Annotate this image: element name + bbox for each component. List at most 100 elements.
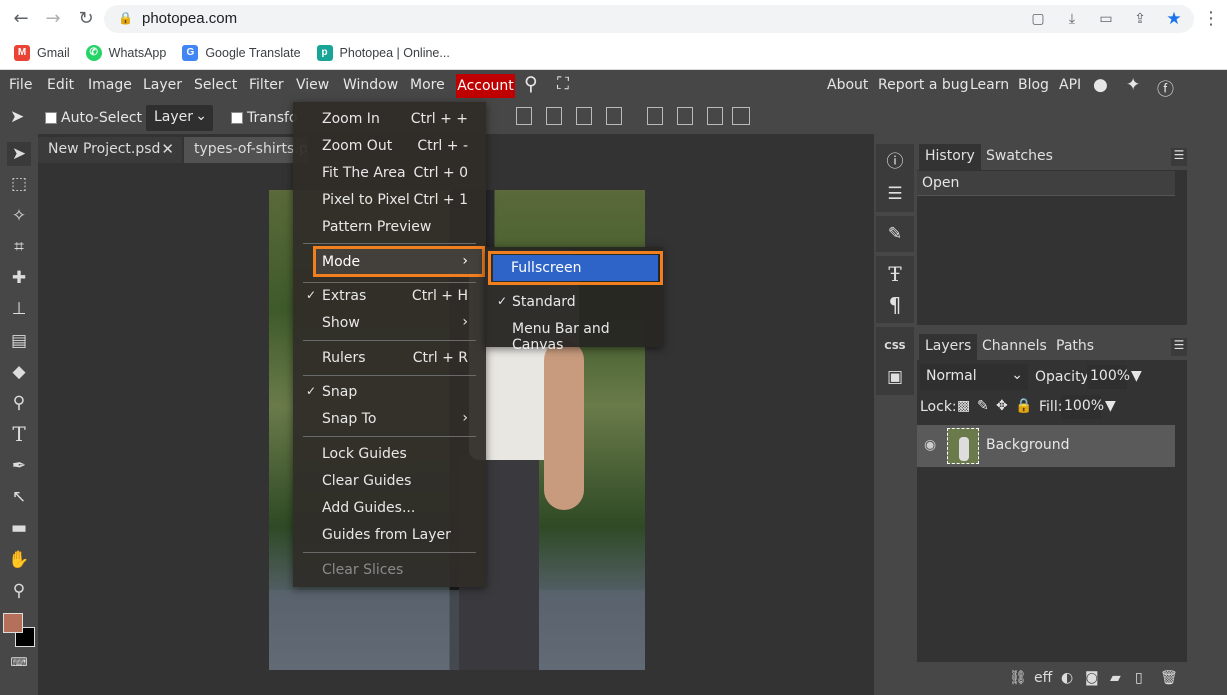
reddit-icon[interactable]: ● — [1093, 75, 1108, 95]
brush-settings-icon[interactable]: ✎ — [884, 223, 906, 245]
address-bar[interactable]: 🔒 photopea.com ▢ ⤓ ▭ ⇪ ★ — [104, 5, 1194, 33]
marquee-tool-icon[interactable]: ⬚ — [7, 172, 31, 196]
layer-select-dropdown[interactable]: Layer ⌄ — [146, 105, 213, 131]
pen-tool-icon[interactable]: ✒ — [7, 454, 31, 478]
menu-snap-to[interactable]: Snap To › — [293, 406, 486, 433]
lock-brush-icon[interactable]: ✎ — [977, 398, 989, 414]
tab-layers[interactable]: Layers — [919, 334, 978, 360]
menu-window[interactable]: Window — [343, 77, 398, 97]
image-icon[interactable]: ▣ — [884, 366, 906, 388]
menu-about[interactable]: About — [827, 77, 868, 93]
align-bottom-icon[interactable] — [707, 107, 723, 125]
adjustments-icon[interactable]: ☰ — [884, 183, 906, 205]
clone-stamp-icon[interactable]: ⊥ — [7, 297, 31, 321]
eye-icon[interactable]: ◉ — [924, 437, 936, 453]
healing-brush-icon[interactable]: ✚ — [7, 266, 31, 290]
reload-icon[interactable]: ↻ — [75, 8, 97, 30]
type-tool-icon[interactable]: T — [7, 422, 31, 446]
submenu-menubar-canvas[interactable]: Menu Bar and Canvas — [485, 316, 663, 353]
tab-new-project[interactable]: New Project.psd ✕ — [38, 137, 182, 163]
document-icon[interactable]: ▭ — [1096, 9, 1116, 29]
path-select-icon[interactable]: ↖ — [7, 485, 31, 509]
align-center-icon[interactable] — [546, 107, 562, 125]
opacity-input[interactable]: 100% — [1087, 365, 1130, 389]
shape-tool-icon[interactable]: ▬ — [7, 516, 31, 540]
dodge-tool-icon[interactable]: ⚲ — [7, 391, 31, 415]
link-icon[interactable]: ⛓ — [1009, 670, 1027, 686]
install-icon[interactable]: ⤓ — [1062, 9, 1082, 29]
menu-blog[interactable]: Blog — [1018, 77, 1049, 93]
blur-tool-icon[interactable]: ◆ — [7, 360, 31, 384]
blend-mode-select[interactable]: Normal ⌄ — [920, 364, 1028, 390]
search-icon[interactable]: ⚲ — [524, 73, 538, 95]
menu-file[interactable]: File — [9, 77, 32, 97]
submenu-standard[interactable]: ✓ Standard — [485, 289, 663, 316]
transform-checkbox[interactable] — [231, 112, 243, 124]
align-right-icon[interactable] — [576, 107, 592, 125]
adjustment-layer-icon[interactable]: ◐ — [1061, 670, 1073, 686]
auto-select-checkbox[interactable] — [45, 112, 57, 124]
move-tool-icon[interactable]: ➤ — [7, 142, 31, 166]
menu-layer[interactable]: Layer — [143, 77, 182, 97]
align-middle-icon[interactable] — [677, 107, 693, 125]
lock-all-icon[interactable]: 🔒 — [1015, 398, 1032, 414]
menu-fit-area[interactable]: Fit The Area Ctrl + 0 — [293, 160, 486, 187]
hand-tool-icon[interactable]: ✋ — [7, 548, 31, 572]
twitter-icon[interactable]: ✦ — [1126, 75, 1140, 95]
crop-tool-icon[interactable]: ⌗ — [7, 235, 31, 259]
menu-rulers[interactable]: Rulers Ctrl + R — [293, 345, 486, 372]
tab-types-of-shirts[interactable]: types-of-shirts.ps — [184, 137, 308, 163]
fill-input[interactable]: 100% — [1061, 395, 1104, 419]
facebook-icon[interactable]: ⓕ — [1157, 75, 1174, 100]
distribute-horizontal-icon[interactable] — [732, 107, 750, 125]
bookmark-google-translate[interactable]: G Google Translate — [182, 45, 301, 61]
bookmark-whatsapp[interactable]: ✆ WhatsApp — [85, 45, 166, 61]
gradient-tool-icon[interactable]: ▤ — [7, 329, 31, 353]
align-top-icon[interactable] — [647, 107, 663, 125]
history-entry[interactable]: Open — [917, 171, 1175, 196]
new-layer-icon[interactable]: ▯ — [1135, 670, 1143, 686]
menu-clear-guides[interactable]: Clear Guides — [293, 468, 486, 495]
menu-add-guides[interactable]: Add Guides... — [293, 495, 486, 522]
menu-pixel-to-pixel[interactable]: Pixel to Pixel Ctrl + 1 — [293, 187, 486, 214]
layer-row-background[interactable]: ◉ Background — [917, 425, 1175, 467]
forward-arrow-icon[interactable]: → — [42, 8, 64, 30]
distribute-icon[interactable] — [606, 107, 622, 125]
opacity-dropdown-icon[interactable]: ▼ — [1131, 368, 1142, 384]
tab-history[interactable]: History — [919, 144, 981, 170]
magic-wand-icon[interactable]: ✧ — [7, 204, 31, 228]
menu-image[interactable]: Image — [88, 77, 132, 97]
menu-api[interactable]: API — [1059, 77, 1081, 93]
menu-report-bug[interactable]: Report a bug — [878, 77, 969, 93]
tab-swatches[interactable]: Swatches — [980, 148, 1059, 164]
lock-move-icon[interactable]: ✥ — [996, 398, 1008, 414]
panel-menu-icon[interactable]: ☰ — [1171, 148, 1187, 166]
paragraph-icon[interactable]: ¶ — [884, 294, 906, 316]
menu-select[interactable]: Select — [194, 77, 237, 97]
menu-learn[interactable]: Learn — [970, 77, 1009, 93]
menu-account[interactable]: Account — [456, 74, 515, 98]
character-icon[interactable]: Ŧ — [884, 263, 906, 285]
menu-lock-guides[interactable]: Lock Guides — [293, 441, 486, 468]
browser-menu-icon[interactable]: ⋮ — [1200, 8, 1222, 30]
menu-filter[interactable]: Filter — [249, 77, 284, 97]
menu-pattern-preview[interactable]: Pattern Preview — [293, 214, 486, 241]
menu-zoom-in[interactable]: Zoom In Ctrl + + — [293, 106, 486, 133]
info-icon[interactable]: ⓘ — [884, 151, 906, 173]
menu-snap[interactable]: ✓ Snap — [293, 379, 486, 406]
fill-dropdown-icon[interactable]: ▼ — [1105, 398, 1116, 414]
bookmark-star-icon[interactable]: ★ — [1164, 9, 1184, 29]
menu-show[interactable]: Show › — [293, 310, 486, 337]
fullscreen-icon[interactable]: ⛶ — [557, 74, 569, 94]
css-icon[interactable]: CSS — [884, 336, 906, 358]
submenu-fullscreen[interactable]: Fullscreen — [493, 255, 658, 281]
menu-more[interactable]: More — [410, 77, 445, 97]
close-icon[interactable]: ✕ — [161, 140, 174, 158]
bookmark-photopea[interactable]: p Photopea | Online... — [316, 45, 450, 61]
trash-icon[interactable]: 🗑 — [1160, 670, 1178, 686]
menu-guides-from-layer[interactable]: Guides from Layer — [293, 522, 486, 549]
bookmark-gmail[interactable]: M Gmail — [14, 45, 70, 61]
menu-mode[interactable]: Mode › — [313, 246, 485, 277]
lock-transparency-icon[interactable]: ▩ — [957, 398, 970, 414]
back-arrow-icon[interactable]: ← — [10, 8, 32, 30]
